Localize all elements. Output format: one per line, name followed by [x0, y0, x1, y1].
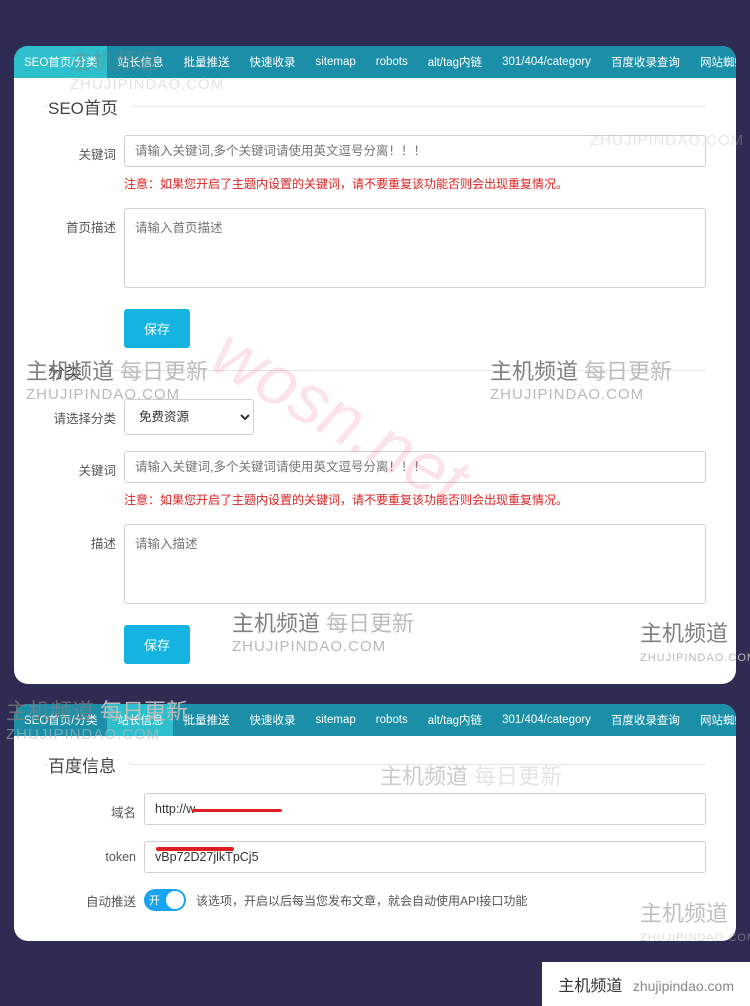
keyword-warning: 注意：如果您开启了主题内设置的关键词，请不要重复该功能否则会出现重复情况。 — [124, 175, 706, 192]
tab-robots-b[interactable]: robots — [366, 704, 418, 736]
tab-301-404-b[interactable]: 301/404/category — [492, 704, 601, 736]
top-tabs: SEO首页/分类 站长信息 批量推送 快速收录 sitemap robots a… — [14, 46, 736, 78]
save-button-home[interactable]: 保存 — [124, 309, 190, 348]
cat-desc-label: 描述 — [44, 524, 124, 552]
category-select[interactable]: 免费资源 — [124, 399, 254, 435]
row-keywords: 关键词 注意：如果您开启了主题内设置的关键词，请不要重复该功能否则会出现重复情况… — [44, 135, 706, 192]
domain-label: 域名 — [44, 793, 144, 821]
seo-home-section: SEO首页 关键词 注意：如果您开启了主题内设置的关键词，请不要重复该功能否则会… — [14, 78, 736, 684]
tab-webmaster-info[interactable]: 站长信息 — [107, 46, 173, 78]
row-select-category: 请选择分类 免费资源 — [44, 399, 706, 435]
select-category-label: 请选择分类 — [44, 399, 124, 427]
tab-batch-push[interactable]: 批量推送 — [173, 46, 239, 78]
tab-spider[interactable]: 网站蜘蛛 — [690, 46, 736, 78]
tab-batch-push-b[interactable]: 批量推送 — [173, 704, 239, 736]
tab-baidu-index-b[interactable]: 百度收录查询 — [601, 704, 690, 736]
category-group: 分类 请选择分类 免费资源 关键词 注意：如果您开启了主题内设置的关键词，请不要… — [44, 358, 706, 664]
row-cat-keywords: 关键词 注意：如果您开启了主题内设置的关键词，请不要重复该功能否则会出现重复情况… — [44, 451, 706, 508]
row-cat-desc: 描述 — [44, 524, 706, 609]
autopush-label: 自动推送 — [44, 891, 144, 910]
baidu-section: 百度信息 域名 token 自动推送 开 — [14, 736, 736, 941]
row-token: token — [44, 841, 706, 873]
toggle-knob-icon — [166, 891, 184, 909]
tab-baidu-index[interactable]: 百度收录查询 — [601, 46, 690, 78]
category-legend: 分类 — [48, 358, 96, 383]
redact-mark-icon — [192, 809, 282, 812]
tab-sitemap-b[interactable]: sitemap — [305, 704, 365, 736]
tab-seo-home-b[interactable]: SEO首页/分类 — [14, 704, 107, 736]
seo-home-legend: SEO首页 — [48, 94, 132, 119]
row-autopush: 自动推送 开 该选项，开启以后每当您发布文章，就会自动使用API接口功能 — [44, 889, 706, 911]
token-input[interactable] — [144, 841, 706, 873]
home-desc-label: 首页描述 — [44, 208, 124, 236]
home-desc-textarea[interactable] — [124, 208, 706, 288]
footer-brand: 主机频道 zhujipindao.com — [542, 962, 750, 1006]
seo-home-group: SEO首页 关键词 注意：如果您开启了主题内设置的关键词，请不要重复该功能否则会… — [44, 94, 706, 348]
token-label: token — [44, 841, 144, 864]
bottom-tabs: SEO首页/分类 站长信息 批量推送 快速收录 sitemap robots a… — [14, 704, 736, 736]
tab-spider-b[interactable]: 网站蜘蛛 — [690, 704, 736, 736]
footer-brand-main: 主机频道 — [558, 978, 622, 995]
tab-alt-tag[interactable]: alt/tag内链 — [418, 46, 492, 78]
tab-robots[interactable]: robots — [366, 46, 418, 78]
tab-fast-index-b[interactable]: 快速收录 — [239, 704, 305, 736]
cat-keyword-input[interactable] — [124, 451, 706, 483]
tab-alt-tag-b[interactable]: alt/tag内链 — [418, 704, 492, 736]
autopush-text: 该选项，开启以后每当您发布文章，就会自动使用API接口功能 — [196, 892, 527, 909]
save-button-category[interactable]: 保存 — [124, 625, 190, 664]
keyword-label: 关键词 — [44, 135, 124, 163]
tab-fast-index[interactable]: 快速收录 — [239, 46, 305, 78]
cat-keyword-label: 关键词 — [44, 451, 124, 479]
row-home-desc: 首页描述 — [44, 208, 706, 293]
tab-seo-home[interactable]: SEO首页/分类 — [14, 46, 107, 78]
footer-brand-domain: zhujipindao.com — [633, 978, 734, 994]
tab-webmaster-info-b[interactable]: 站长信息 — [107, 704, 173, 736]
autopush-toggle[interactable]: 开 — [144, 889, 186, 911]
keyword-input[interactable] — [124, 135, 706, 167]
baidu-group: 百度信息 域名 token 自动推送 开 — [44, 752, 706, 911]
card-baidu: SEO首页/分类 站长信息 批量推送 快速收录 sitemap robots a… — [14, 704, 736, 941]
row-domain: 域名 — [44, 793, 706, 825]
cat-desc-textarea[interactable] — [124, 524, 706, 604]
tab-301-404[interactable]: 301/404/category — [492, 46, 601, 78]
tab-sitemap[interactable]: sitemap — [305, 46, 365, 78]
card-seo: SEO首页/分类 站长信息 批量推送 快速收录 sitemap robots a… — [14, 46, 736, 684]
redact-mark-icon — [156, 847, 234, 851]
baidu-legend: 百度信息 — [48, 752, 130, 777]
cat-keyword-warning: 注意：如果您开启了主题内设置的关键词，请不要重复该功能否则会出现重复情况。 — [124, 491, 706, 508]
